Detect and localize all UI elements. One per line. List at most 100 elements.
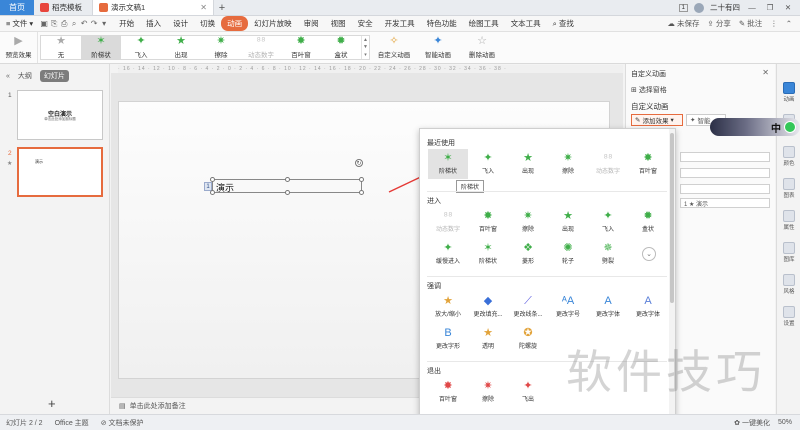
effect-option[interactable]: ❖ 菱形 xyxy=(508,239,548,269)
zoom-level[interactable]: 50% xyxy=(778,419,792,426)
menu-item[interactable]: 绘图工具 xyxy=(463,16,505,31)
rail-button[interactable]: 动画 xyxy=(779,82,799,103)
tab-outline[interactable]: 大纲 xyxy=(14,70,36,82)
custom-animation-button[interactable]: ✧ 自定义动画 xyxy=(372,32,416,63)
menu-item[interactable]: 动画 xyxy=(221,16,249,31)
slide-thumbnail-2[interactable]: 演示 xyxy=(17,147,103,197)
notes-placeholder[interactable]: 单击此处添加备注 xyxy=(130,401,186,411)
effect-option[interactable]: ⟋ 更改线条... xyxy=(508,292,548,322)
textbox-text[interactable]: 演示 xyxy=(216,181,234,194)
open-icon[interactable]: ⎘ xyxy=(49,19,59,29)
rail-button[interactable]: 图库 xyxy=(779,242,799,263)
effect-option[interactable]: ⁸⁸ 动态数字 xyxy=(588,149,628,179)
effect-option[interactable]: ᴬA 更改字号 xyxy=(548,292,588,322)
resize-handle[interactable] xyxy=(210,177,215,182)
ime-widget[interactable]: 中 xyxy=(710,118,800,136)
effect-option[interactable]: ✶ 阶梯状 xyxy=(468,239,508,269)
minimize-button[interactable]: — xyxy=(746,3,758,12)
effect-option[interactable]: ✺ 轮子 xyxy=(548,239,588,269)
effect-option[interactable]: ✸ 百叶窗 xyxy=(468,207,508,237)
effect-option[interactable]: ✦ 缓慢进入 xyxy=(428,239,468,269)
direction-field[interactable] xyxy=(680,168,770,178)
save-icon[interactable]: ▣ xyxy=(39,19,49,29)
effect-option[interactable]: ✸ 百叶窗 xyxy=(628,149,668,179)
effect-option[interactable]: ★ 放大/缩小 xyxy=(428,292,468,322)
collapse-ribbon-icon[interactable]: ⌃ xyxy=(786,19,792,28)
selection-pane-link[interactable]: ⊞ 选择窗格 xyxy=(631,85,667,95)
collapse-panel-icon[interactable]: « xyxy=(6,73,10,80)
rotate-handle-icon[interactable]: ↻ xyxy=(355,159,363,167)
effect-option[interactable]: ⁸⁸ 动态数字 xyxy=(428,207,468,237)
effect-option[interactable]: ✷ 擦除 xyxy=(468,377,508,407)
expand-more-button[interactable]: ⌄ xyxy=(642,247,656,261)
rail-button[interactable]: 风格 xyxy=(779,274,799,295)
resize-handle[interactable] xyxy=(359,190,364,195)
search-button[interactable]: ⌕ 查找 xyxy=(547,18,580,29)
theme-name[interactable]: Office 主题 xyxy=(55,418,89,428)
menu-item[interactable]: 审阅 xyxy=(298,16,325,31)
effect-option[interactable]: ✵ 劈裂 xyxy=(588,239,628,269)
effect-option[interactable]: ✦ 飞入 xyxy=(468,149,508,179)
effect-option[interactable]: ✦ 飞入 xyxy=(588,207,628,237)
tab-slides[interactable]: 幻灯片 xyxy=(39,70,69,82)
gallery-up-icon[interactable]: ▲ xyxy=(363,37,368,43)
rail-button[interactable]: 图表 xyxy=(779,178,799,199)
effect-button[interactable]: ✹ 盒状 xyxy=(321,36,361,60)
resize-handle[interactable] xyxy=(285,190,290,195)
gallery-expand-icon[interactable]: ▾ xyxy=(364,52,367,58)
effect-button[interactable]: ✸ 百叶窗 xyxy=(281,36,321,60)
rail-button[interactable]: 设置 xyxy=(779,306,799,327)
menu-item[interactable]: 开发工具 xyxy=(379,16,421,31)
effect-button[interactable]: ★ 无 xyxy=(41,36,81,60)
effect-option[interactable]: A 更改字体 xyxy=(588,292,628,322)
save-status[interactable]: ☁ 未保存 xyxy=(667,18,699,29)
avatar[interactable] xyxy=(694,2,704,13)
gallery-down-icon[interactable]: ▼ xyxy=(363,44,368,50)
delete-animation-button[interactable]: ☆ 删除动画 xyxy=(460,32,504,63)
resize-handle[interactable] xyxy=(359,177,364,182)
print-preview-icon[interactable]: ⌕ xyxy=(69,19,79,29)
effect-option[interactable]: ✦ 飞出 xyxy=(508,377,548,407)
menu-item[interactable]: 视图 xyxy=(325,16,352,31)
effect-option[interactable]: ✪ 陀螺旋 xyxy=(508,324,548,354)
share-button[interactable]: ⇪ 分享 xyxy=(707,18,730,29)
effect-option[interactable]: ✸ 百叶窗 xyxy=(428,377,468,407)
print-icon[interactable]: ⎙ xyxy=(59,19,69,29)
file-menu[interactable]: ≡ 文件 ▾ xyxy=(0,18,39,29)
menu-item[interactable]: 特色功能 xyxy=(421,16,463,31)
speed-field[interactable] xyxy=(680,184,770,194)
effect-button[interactable]: ✶ 阶梯状 xyxy=(81,36,121,59)
effect-option[interactable]: ◆ 更改填充... xyxy=(468,292,508,322)
effect-button[interactable]: ⁸⁸ 动态数字 xyxy=(241,36,281,60)
selected-textbox[interactable]: 1 演示 ↻ xyxy=(204,159,364,195)
menu-item[interactable]: 切换 xyxy=(194,16,221,31)
more-options-icon[interactable]: ⋮ xyxy=(770,19,778,28)
menu-item[interactable]: 安全 xyxy=(352,16,379,31)
popup-scrollbar[interactable] xyxy=(669,129,675,429)
effect-option[interactable]: ★ 出现 xyxy=(548,207,588,237)
tab-document[interactable]: 演示文稿1 ✕ xyxy=(92,0,214,15)
popup-scroll-thumb[interactable] xyxy=(670,133,674,303)
protect-status[interactable]: ⊘ 文档未保护 xyxy=(101,418,144,428)
menu-item[interactable]: 插入 xyxy=(140,16,167,31)
close-window-button[interactable]: ✕ xyxy=(782,3,794,12)
rail-button[interactable]: 颜色 xyxy=(779,146,799,167)
more-icon[interactable]: ▾ xyxy=(99,19,109,29)
gallery-scrollbar[interactable]: ▲ ▼ ▾ xyxy=(361,36,369,59)
menu-item[interactable]: 开始 xyxy=(113,16,140,31)
effect-option[interactable]: ★ 透明 xyxy=(468,324,508,354)
preview-effect-button[interactable]: ▶ 预览效果 xyxy=(0,32,38,63)
effect-option[interactable]: ★ 出现 xyxy=(508,149,548,179)
tab-template[interactable]: 稻壳模板 xyxy=(34,0,92,15)
animation-list-item[interactable]: 1 ★ 演示 xyxy=(680,198,770,208)
beautify-button[interactable]: ✿ 一键美化 xyxy=(734,418,770,428)
comment-button[interactable]: ✎ 批注 xyxy=(739,18,762,29)
add-slide-button[interactable]: + xyxy=(48,396,56,411)
effect-button[interactable]: ✷ 擦除 xyxy=(201,36,241,60)
smart-animation-button[interactable]: ✦ 智能动画 xyxy=(416,32,460,63)
effect-option[interactable]: ✷ 擦除 xyxy=(548,149,588,179)
start-field[interactable] xyxy=(680,152,770,162)
menu-item[interactable]: 设计 xyxy=(167,16,194,31)
slide-thumbnail-1[interactable]: 空白演示 单击此处添加副标题 xyxy=(17,90,103,140)
user-name[interactable]: 二十有四 xyxy=(710,2,740,13)
